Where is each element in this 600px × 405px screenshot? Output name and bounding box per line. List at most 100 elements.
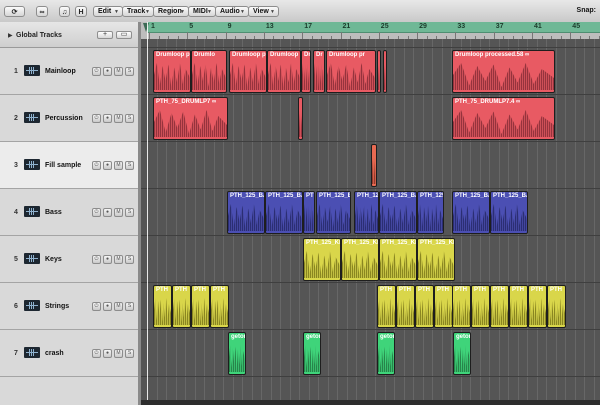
power-icon[interactable]: ⏻	[92, 255, 101, 264]
audio-region[interactable]: PTH	[434, 285, 453, 328]
fill-sample-region[interactable]	[371, 144, 377, 187]
solo-icon[interactable]: S	[125, 161, 134, 170]
track-name[interactable]: Bass	[45, 209, 62, 216]
disclosure-triangle-icon[interactable]: ▶	[8, 32, 13, 39]
track-menu[interactable]: Track ▼	[122, 6, 154, 17]
audio-region[interactable]: getor	[228, 332, 246, 375]
audio-region[interactable]: PTH_125_BA	[452, 191, 490, 234]
audio-region[interactable]: PTH	[490, 285, 509, 328]
audio-region[interactable]: PTH	[471, 285, 490, 328]
track-header-strings[interactable]: 6 Strings ⏻ ● M S	[0, 283, 138, 330]
track-header-fill-sample[interactable]: 3 Fill sample ⏻ ● M S	[0, 142, 138, 189]
audio-region[interactable]: PTH	[509, 285, 528, 328]
audio-region[interactable]: PTH	[377, 285, 396, 328]
audio-region[interactable]: PTH_125_Kh	[417, 238, 455, 281]
audio-menu[interactable]: Audio ▼	[215, 6, 249, 17]
solo-icon[interactable]: S	[125, 67, 134, 76]
midi-menu[interactable]: MIDI ▼	[188, 6, 216, 17]
mute-icon[interactable]: M	[114, 302, 123, 311]
audio-region[interactable]: PTH_75_DRUMLP7 ∞	[153, 97, 228, 140]
audio-region[interactable]: PTH	[210, 285, 229, 328]
track-name[interactable]: Strings	[45, 303, 69, 310]
horizontal-scrollbar[interactable]	[141, 400, 600, 405]
record-icon[interactable]: ●	[103, 255, 112, 264]
global-tracks-header[interactable]: ▶ Global Tracks + ▭	[0, 22, 138, 48]
power-icon[interactable]: ⏻	[92, 302, 101, 311]
mute-icon[interactable]: M	[114, 208, 123, 217]
region-menu[interactable]: Region ▼	[153, 6, 189, 17]
record-icon[interactable]: ●	[103, 161, 112, 170]
audio-region[interactable]: PTH_125_BA	[354, 191, 379, 234]
record-icon[interactable]: ●	[103, 67, 112, 76]
audio-region[interactable]: PTH_125_BA	[227, 191, 265, 234]
audio-region[interactable]: PTH	[547, 285, 566, 328]
audio-region[interactable]: PTH_125_BA	[417, 191, 444, 234]
audio-region[interactable]: getor	[303, 332, 321, 375]
track-header-bass[interactable]: 4 Bass ⏻ ● M S	[0, 189, 138, 236]
solo-icon[interactable]: S	[125, 208, 134, 217]
audio-region[interactable]: PTH	[528, 285, 547, 328]
audio-region[interactable]: PTH_125_BA	[316, 191, 351, 234]
audio-region[interactable]: getor	[453, 332, 471, 375]
track-name[interactable]: Percussion	[45, 115, 83, 122]
audio-region[interactable]: PTH_125_Kh	[341, 238, 379, 281]
power-icon[interactable]: ⏻	[92, 208, 101, 217]
audio-region[interactable]: Drumloop pr	[326, 50, 376, 93]
audio-region[interactable]: Drumloop pr	[229, 50, 267, 93]
power-icon[interactable]: ⏻	[92, 161, 101, 170]
audio-region[interactable]: PTH_125_BA	[490, 191, 528, 234]
audio-region[interactable]: PTH	[452, 285, 471, 328]
record-icon[interactable]: ●	[103, 302, 112, 311]
record-icon[interactable]: ●	[103, 114, 112, 123]
audio-region[interactable]	[377, 50, 381, 93]
power-icon[interactable]: ⏻	[92, 114, 101, 123]
track-name[interactable]: Keys	[45, 256, 62, 263]
audio-region[interactable]: PTH	[415, 285, 434, 328]
loop-tool-button[interactable]: ⟳	[4, 6, 25, 17]
mute-icon[interactable]: M	[114, 67, 123, 76]
add-track-button[interactable]: +	[97, 31, 113, 39]
audio-region[interactable]: PTH_75_DRUMLP7.4 ∞	[452, 97, 555, 140]
track-name[interactable]: Fill sample	[45, 162, 81, 169]
power-icon[interactable]: ⏻	[92, 349, 101, 358]
audio-region[interactable]: PTH_125_BA	[265, 191, 303, 234]
bar-ruler[interactable]: 1 5 9 13 17 21 25 29 33 37 41 45	[141, 22, 600, 39]
audio-region-small[interactable]	[298, 97, 303, 140]
mute-icon[interactable]: M	[114, 161, 123, 170]
link-tool-button[interactable]: ∞	[36, 6, 48, 17]
audio-region[interactable]: PTH	[172, 285, 191, 328]
mute-icon[interactable]: M	[114, 255, 123, 264]
track-name[interactable]: crash	[45, 350, 64, 357]
solo-icon[interactable]: S	[125, 114, 134, 123]
audio-region[interactable]: PTH	[191, 285, 210, 328]
audio-region[interactable]: PTH_125_Kh	[379, 238, 417, 281]
audio-region[interactable]: Drumloop processed.58 ∞	[452, 50, 555, 93]
solo-icon[interactable]: S	[125, 255, 134, 264]
audio-region[interactable]: Drumlo	[191, 50, 227, 93]
track-header-percussion[interactable]: 2 Percussion ⏻ ● M S	[0, 95, 138, 142]
audio-region[interactable]	[383, 50, 387, 93]
record-icon[interactable]: ●	[103, 208, 112, 217]
power-icon[interactable]: ⏻	[92, 67, 101, 76]
record-icon[interactable]: ●	[103, 349, 112, 358]
track-header-keys[interactable]: 5 Keys ⏻ ● M S	[0, 236, 138, 283]
mute-icon[interactable]: M	[114, 114, 123, 123]
solo-icon[interactable]: S	[125, 302, 134, 311]
view-menu[interactable]: View ▼	[248, 6, 279, 17]
flex-tool-button[interactable]: ♫	[59, 6, 70, 17]
hide-button[interactable]: H	[75, 6, 87, 17]
track-name[interactable]: Mainloop	[45, 68, 76, 75]
audio-region[interactable]: Dr	[313, 50, 325, 93]
audio-region[interactable]: PTH_125_Kh	[303, 238, 341, 281]
audio-region[interactable]: PTH	[153, 285, 172, 328]
track-header-mainloop[interactable]: 1 Mainloop ⏻ ● M S	[0, 48, 138, 95]
track-header-crash[interactable]: 7 crash ⏻ ● M S	[0, 330, 138, 377]
audio-region[interactable]: Drumloop pr	[267, 50, 301, 93]
mute-icon[interactable]: M	[114, 349, 123, 358]
audio-region[interactable]: PTH	[396, 285, 415, 328]
edit-menu[interactable]: Edit ▼	[93, 6, 123, 17]
folder-button[interactable]: ▭	[116, 31, 132, 39]
audio-region[interactable]: getor	[377, 332, 395, 375]
audio-region[interactable]: Drumlo	[301, 50, 311, 93]
audio-region[interactable]: PTH_125_BA	[379, 191, 417, 234]
